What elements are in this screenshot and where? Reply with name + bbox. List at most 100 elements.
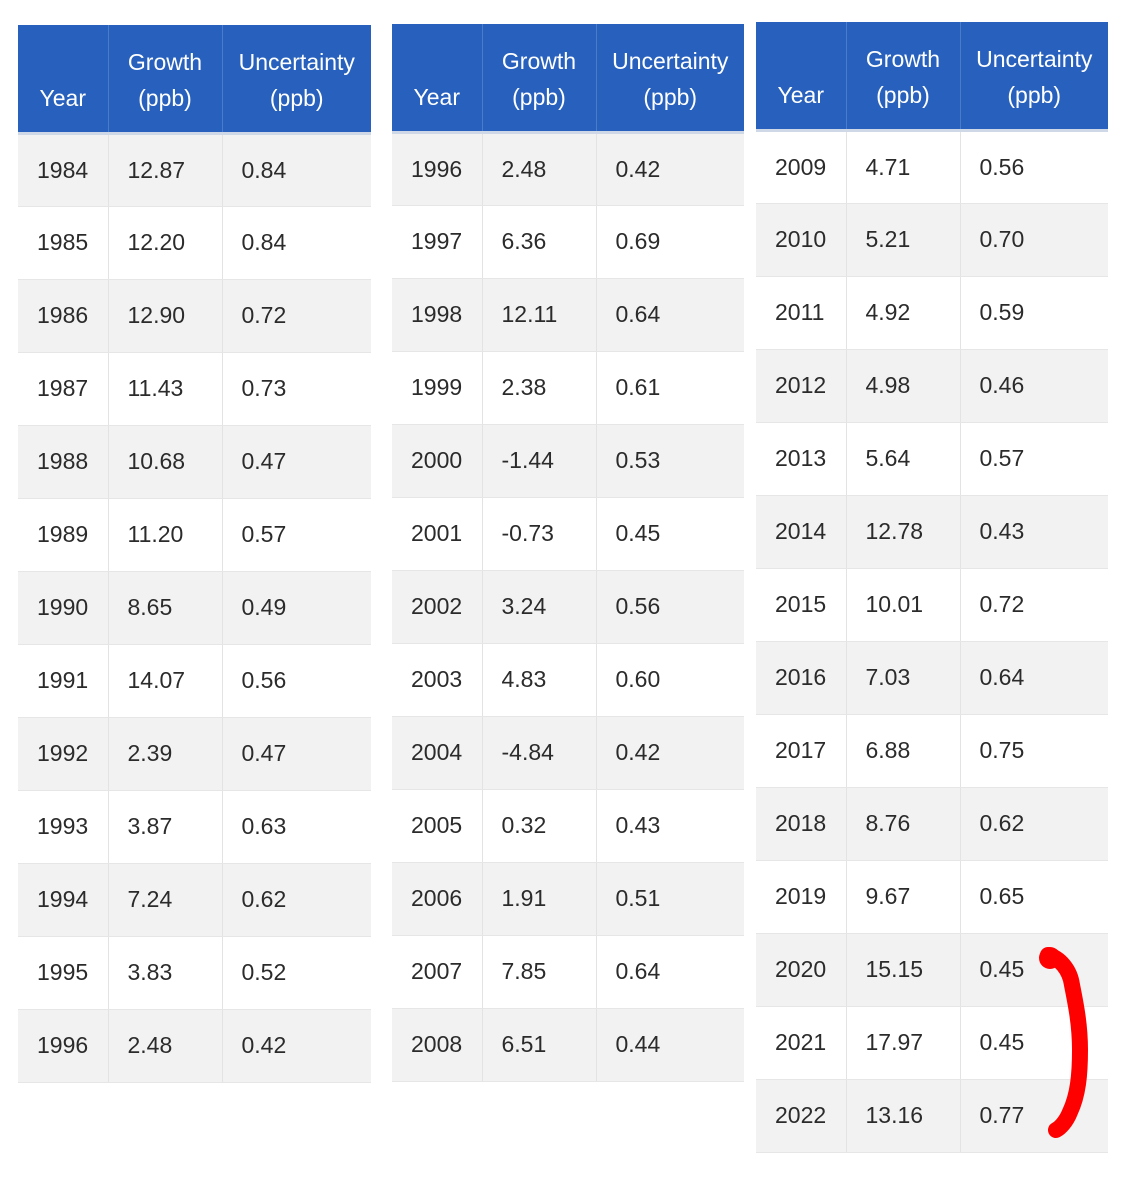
year-cell: 2009: [756, 130, 847, 204]
uncertainty-cell: 0.56: [596, 570, 744, 644]
growth-cell: 2.48: [482, 132, 597, 206]
uncertainty-cell: 0.49: [222, 571, 371, 645]
uncertainty-cell: 0.64: [596, 278, 744, 352]
year-cell: 2008: [392, 1008, 483, 1082]
year-cell: 1987: [18, 352, 109, 426]
year-cell: 1989: [18, 498, 109, 572]
table-row: 2022 13.16 0.77: [756, 1079, 1108, 1153]
year-cell: 2007: [392, 935, 483, 1009]
growth-cell: -4.84: [482, 716, 597, 790]
year-cell: 2012: [756, 349, 847, 423]
table-row: 2012 4.98 0.46: [756, 349, 1108, 423]
uncertainty-cell: 0.45: [960, 933, 1108, 1007]
table-row: 2014 12.78 0.43: [756, 495, 1108, 569]
growth-cell: -0.73: [482, 497, 597, 571]
uncertainty-cell: 0.64: [960, 641, 1108, 715]
growth-cell: -1.44: [482, 424, 597, 498]
table-row: 1999 2.38 0.61: [392, 351, 744, 425]
uncertainty-cell: 0.47: [222, 717, 371, 791]
table-row: 2018 8.76 0.62: [756, 787, 1108, 861]
table-row: 2020 15.15 0.45: [756, 933, 1108, 1007]
uncertainty-cell: 0.84: [222, 133, 371, 207]
table-header-row: Year Growth (ppb) Uncertainty (ppb): [392, 24, 744, 132]
uncertainty-cell: 0.57: [222, 498, 371, 572]
growth-table-2: Year Growth (ppb) Uncertainty (ppb) 1996 2.…: [392, 24, 744, 1082]
growth-cell: 4.71: [846, 130, 961, 204]
table-row: 2001 -0.73 0.45: [392, 497, 744, 571]
table-row: 2017 6.88 0.75: [756, 714, 1108, 788]
table-row: 1985 12.20 0.84: [18, 206, 371, 280]
year-cell: 1996: [392, 132, 483, 206]
growth-cell: 12.11: [482, 278, 597, 352]
uncertainty-cell: 0.56: [222, 644, 371, 718]
table-row: 2021 17.97 0.45: [756, 1006, 1108, 1080]
table-row: 2015 10.01 0.72: [756, 568, 1108, 642]
table-row: 2016 7.03 0.64: [756, 641, 1108, 715]
year-cell: 1993: [18, 790, 109, 864]
uncertainty-cell: 0.64: [596, 935, 744, 1009]
growth-cell: 8.76: [846, 787, 961, 861]
table-row: 1989 11.20 0.57: [18, 498, 371, 572]
year-cell: 2020: [756, 933, 847, 1007]
uncertainty-cell: 0.63: [222, 790, 371, 864]
table-row: 1986 12.90 0.72: [18, 279, 371, 353]
year-cell: 2010: [756, 203, 847, 277]
uncertainty-cell: 0.60: [596, 643, 744, 717]
uncertainty-cell: 0.62: [222, 863, 371, 937]
growth-cell: 5.21: [846, 203, 961, 277]
year-cell: 1988: [18, 425, 109, 499]
table-header-row: Year Growth (ppb) Uncertainty (ppb): [756, 22, 1108, 130]
growth-cell: 14.07: [108, 644, 223, 718]
table-header-row: Year Growth (ppb) Uncertainty (ppb): [18, 25, 371, 133]
year-cell: 2011: [756, 276, 847, 350]
growth-cell: 1.91: [482, 862, 597, 936]
uncertainty-cell: 0.45: [960, 1006, 1108, 1080]
data-table: Year Growth (ppb) Uncertainty (ppb) 2009 4.…: [756, 22, 1108, 1153]
growth-cell: 3.83: [108, 936, 223, 1010]
growth-cell: 2.39: [108, 717, 223, 791]
growth-cell: 3.24: [482, 570, 597, 644]
uncertainty-cell: 0.46: [960, 349, 1108, 423]
table-row: 1987 11.43 0.73: [18, 352, 371, 426]
growth-cell: 12.20: [108, 206, 223, 280]
uncertainty-cell: 0.42: [596, 132, 744, 206]
uncertainty-column-header: Uncertainty (ppb): [222, 25, 371, 133]
table-row: 2007 7.85 0.64: [392, 935, 744, 1009]
uncertainty-cell: 0.56: [960, 130, 1108, 204]
uncertainty-cell: 0.75: [960, 714, 1108, 788]
growth-cell: 4.98: [846, 349, 961, 423]
year-column-header: Year: [392, 24, 483, 132]
year-cell: 2015: [756, 568, 847, 642]
growth-cell: 6.51: [482, 1008, 597, 1082]
growth-cell: 13.16: [846, 1079, 961, 1153]
uncertainty-cell: 0.62: [960, 787, 1108, 861]
growth-cell: 10.01: [846, 568, 961, 642]
table-row: 2009 4.71 0.56: [756, 130, 1108, 204]
table-row: 2019 9.67 0.65: [756, 860, 1108, 934]
growth-cell: 2.38: [482, 351, 597, 425]
year-cell: 1990: [18, 571, 109, 645]
year-cell: 2002: [392, 570, 483, 644]
year-cell: 2018: [756, 787, 847, 861]
uncertainty-cell: 0.42: [222, 1009, 371, 1083]
year-cell: 1997: [392, 205, 483, 279]
uncertainty-cell: 0.65: [960, 860, 1108, 934]
year-cell: 1995: [18, 936, 109, 1010]
growth-cell: 17.97: [846, 1006, 961, 1080]
growth-cell: 15.15: [846, 933, 961, 1007]
growth-cell: 7.85: [482, 935, 597, 1009]
uncertainty-column-header: Uncertainty (ppb): [960, 22, 1108, 130]
table-row: 1993 3.87 0.63: [18, 790, 371, 864]
year-cell: 2006: [392, 862, 483, 936]
year-cell: 2021: [756, 1006, 847, 1080]
growth-cell: 5.64: [846, 422, 961, 496]
table-row: 1990 8.65 0.49: [18, 571, 371, 645]
uncertainty-cell: 0.69: [596, 205, 744, 279]
year-cell: 2004: [392, 716, 483, 790]
growth-cell: 11.20: [108, 498, 223, 572]
year-cell: 1992: [18, 717, 109, 791]
uncertainty-cell: 0.42: [596, 716, 744, 790]
growth-table-3: Year Growth (ppb) Uncertainty (ppb) 2009 4.…: [756, 22, 1108, 1153]
year-cell: 1998: [392, 278, 483, 352]
growth-cell: 4.83: [482, 643, 597, 717]
